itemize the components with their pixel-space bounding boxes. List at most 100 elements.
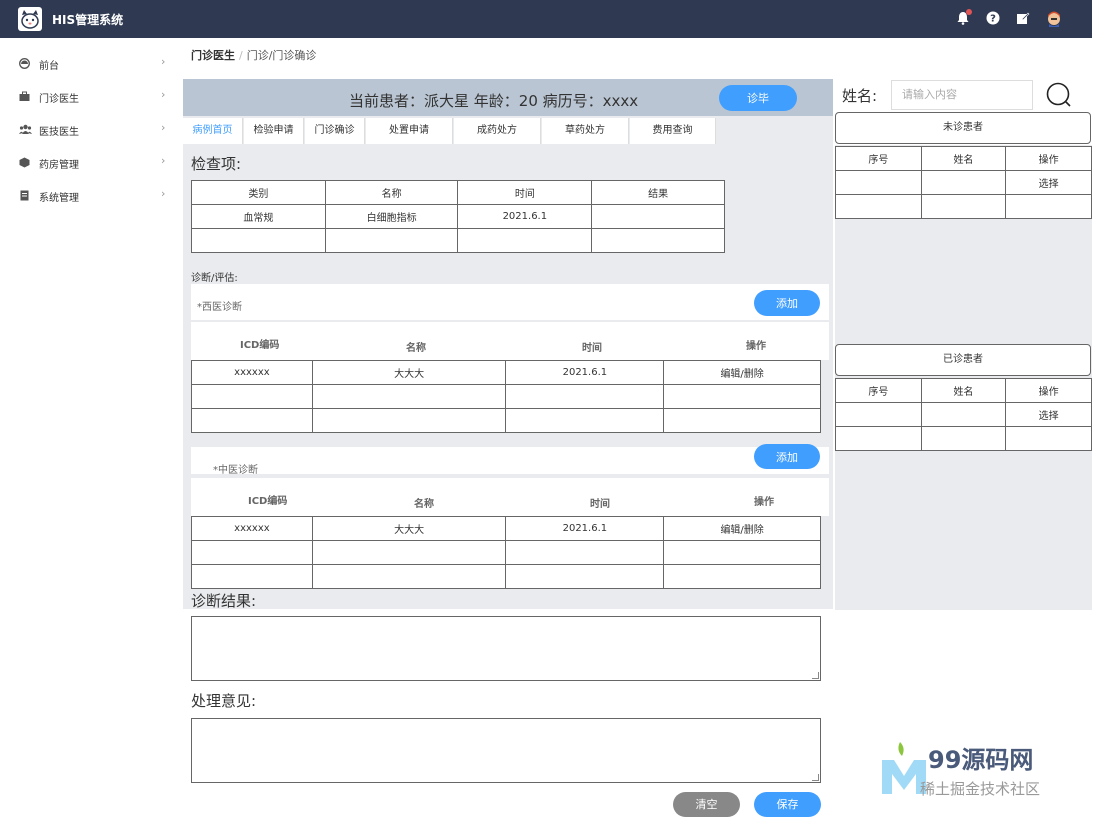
select-link[interactable]: 选择 xyxy=(1005,402,1092,427)
table-cell xyxy=(920,170,1007,195)
tab-lab-request[interactable]: 检验申请 xyxy=(244,118,304,144)
column-header: 时间 xyxy=(590,499,610,510)
table-row: xxxxxx 大大大 2021.6.1 编辑/删除 xyxy=(191,360,821,385)
table-cell xyxy=(591,204,725,229)
tab-treatment-request[interactable]: 处置申请 xyxy=(366,118,453,144)
table-row: 选择 xyxy=(835,402,1092,427)
table-row xyxy=(835,194,1092,219)
table-row xyxy=(191,228,725,253)
select-link[interactable]: 选择 xyxy=(1005,170,1092,195)
western-diagnosis-title: *西医诊断 xyxy=(197,302,242,313)
column-header: 名称 xyxy=(414,499,434,510)
table-cell: 血常规 xyxy=(191,204,326,229)
save-button[interactable]: 保存 xyxy=(754,792,821,817)
sidebar-item-label: 医技医生 xyxy=(39,127,79,138)
watermark-subtitle: 稀土掘金技术社区 xyxy=(920,780,1041,798)
column-header: 姓名 xyxy=(920,378,1007,403)
handling-opinion-textarea[interactable] xyxy=(191,718,821,783)
table-cell: 2021.6.1 xyxy=(505,516,665,541)
breadcrumb-current: 门诊/门诊确诊 xyxy=(246,49,317,62)
table-cell xyxy=(663,384,821,409)
table-cell xyxy=(505,540,665,565)
table-header-row: 序号 姓名 操作 xyxy=(835,378,1092,403)
column-header: 序号 xyxy=(835,146,922,171)
add-western-diagnosis-button[interactable]: 添加 xyxy=(754,290,820,316)
table-header-row: 序号 姓名 操作 xyxy=(835,146,1092,171)
table-cell: 白细胞指标 xyxy=(324,204,459,229)
column-header: 姓名 xyxy=(920,146,1007,171)
breadcrumb-root[interactable]: 门诊医生 xyxy=(191,49,235,62)
chevron-right-icon: › xyxy=(161,187,166,200)
column-header: 结果 xyxy=(591,180,725,205)
resize-handle-icon[interactable] xyxy=(812,672,819,679)
name-search-input[interactable]: 请输入内容 xyxy=(891,80,1033,110)
users-icon xyxy=(19,124,32,135)
clear-button[interactable]: 清空 xyxy=(673,792,740,817)
table-row: xxxxxx 大大大 2021.6.1 编辑/删除 xyxy=(191,516,821,541)
table-cell xyxy=(311,540,507,565)
table-cell xyxy=(835,426,922,451)
column-header: 操作 xyxy=(1005,378,1092,403)
tab-case-home[interactable]: 病例首页 xyxy=(183,118,243,144)
help-icon[interactable]: ? xyxy=(986,11,1000,25)
western-diagnosis-columns xyxy=(191,322,829,360)
table-cell xyxy=(191,228,326,253)
user-avatar-icon[interactable] xyxy=(1045,9,1063,27)
box-icon xyxy=(19,157,30,168)
sidebar-item-front-desk[interactable]: 前台 › xyxy=(0,47,180,80)
diagnosis-label: 诊断/评估: xyxy=(191,273,238,284)
tab-outpatient-diagnosis[interactable]: 门诊确诊 xyxy=(305,118,365,144)
table-row: 选择 xyxy=(835,170,1092,195)
table-row xyxy=(835,426,1092,451)
sidebar-item-label: 药房管理 xyxy=(39,160,79,171)
bell-icon[interactable] xyxy=(956,9,972,25)
sidebar-item-pharmacy[interactable]: 药房管理 › xyxy=(0,146,180,179)
sidebar-item-label: 门诊医生 xyxy=(39,94,79,105)
sidebar-item-outpatient-doctor[interactable]: 门诊医生 › xyxy=(0,80,180,113)
table-row xyxy=(191,384,821,409)
edit-delete-link[interactable]: 编辑/删除 xyxy=(663,516,821,541)
name-label: 姓名: xyxy=(842,87,878,105)
table-cell xyxy=(311,384,507,409)
tab-patent-prescription[interactable]: 成药处方 xyxy=(454,118,541,144)
western-diagnosis-header xyxy=(191,284,829,320)
table-cell: xxxxxx xyxy=(191,516,313,541)
handling-opinion-label: 处理意见: xyxy=(191,692,257,710)
column-header: ICD编码 xyxy=(248,496,288,507)
table-cell xyxy=(835,170,922,195)
search-icon[interactable] xyxy=(1046,82,1071,107)
table-cell xyxy=(505,564,665,589)
sidebar-item-medtech-doctor[interactable]: 医技医生 › xyxy=(0,113,180,146)
resize-handle-icon[interactable] xyxy=(812,774,819,781)
chevron-right-icon: › xyxy=(161,88,166,101)
sidebar-item-system[interactable]: 系统管理 › xyxy=(0,179,180,212)
table-cell xyxy=(1005,426,1092,451)
add-chinese-diagnosis-button[interactable]: 添加 xyxy=(754,444,820,469)
column-header: 操作 xyxy=(754,497,774,508)
column-header: 名称 xyxy=(324,180,459,205)
table-cell xyxy=(663,540,821,565)
finish-visit-button[interactable]: 诊毕 xyxy=(719,85,797,111)
exam-table: 类别 名称 时间 结果 血常规 白细胞指标 2021.6.1 xyxy=(191,180,725,253)
tab-herbal-prescription[interactable]: 草药处方 xyxy=(542,118,629,144)
briefcase-icon xyxy=(19,91,30,102)
svg-text:?: ? xyxy=(990,14,996,25)
column-header: 操作 xyxy=(1005,146,1092,171)
table-cell: 大大大 xyxy=(311,516,507,541)
done-patients-table: 序号 姓名 操作 选择 xyxy=(835,378,1092,451)
tab-fee-query[interactable]: 费用查询 xyxy=(630,118,716,144)
chinese-diagnosis-header xyxy=(191,447,829,474)
patient-info: 当前患者：派大星 年龄：20 病历号：xxxx xyxy=(349,92,639,110)
table-cell: 2021.6.1 xyxy=(505,360,665,385)
table-cell xyxy=(591,228,725,253)
exam-section-title: 检查项: xyxy=(191,155,242,173)
edit-icon[interactable] xyxy=(1016,11,1030,25)
table-header-row: 类别 名称 时间 结果 xyxy=(191,180,725,205)
column-header: 操作 xyxy=(746,341,766,352)
watermark-brand: 99源码网 xyxy=(928,746,1034,774)
table-row xyxy=(191,408,821,433)
top-bar: HIS管理系统 ? xyxy=(0,0,1092,38)
app-logo-icon xyxy=(18,7,42,31)
diagnosis-result-textarea[interactable] xyxy=(191,616,821,681)
edit-delete-link[interactable]: 编辑/删除 xyxy=(663,360,821,385)
